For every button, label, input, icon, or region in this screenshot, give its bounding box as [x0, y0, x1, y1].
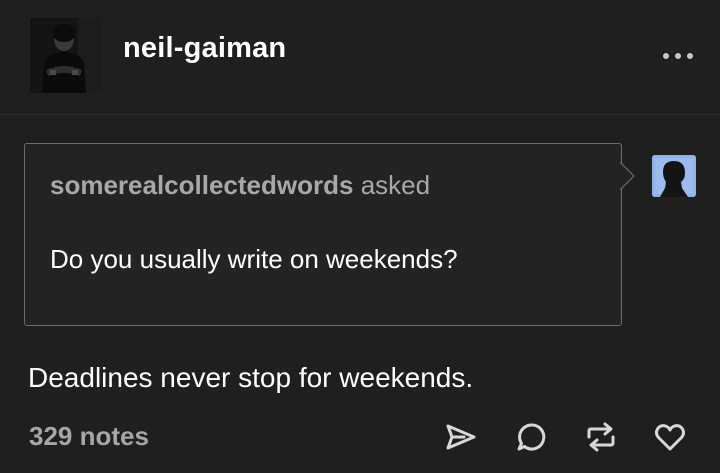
blog-username[interactable]: neil-gaiman: [123, 32, 286, 65]
asked-label: asked: [360, 170, 431, 200]
like-icon[interactable]: [653, 420, 687, 454]
more-options-icon[interactable]: [660, 48, 696, 64]
reply-icon[interactable]: [515, 420, 549, 454]
asker-name[interactable]: somerealcollectedwords: [50, 170, 353, 200]
header-divider: [0, 114, 720, 115]
ask-header: somerealcollectedwords asked: [50, 170, 430, 201]
blog-avatar[interactable]: [30, 18, 102, 93]
post-header: neil-gaiman: [0, 0, 720, 114]
ask-question: Do you usually write on weekends?: [50, 244, 458, 274]
answer-text: Deadlines never stop for weekends.: [28, 362, 474, 393]
ask-box-pointer: [620, 162, 635, 190]
reblog-icon[interactable]: [584, 420, 618, 454]
share-icon[interactable]: [444, 420, 478, 454]
notes-count[interactable]: 329 notes: [29, 421, 149, 452]
asker-avatar[interactable]: [652, 155, 696, 197]
